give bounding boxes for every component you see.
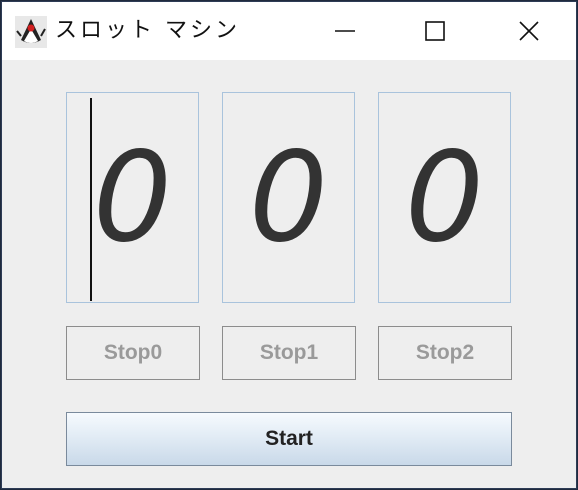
window-title: スロット マシン	[55, 18, 240, 43]
close-icon	[519, 21, 539, 41]
title-bar[interactable]: スロット マシン	[2, 2, 576, 60]
close-button[interactable]	[504, 12, 554, 50]
minimize-icon	[335, 30, 355, 32]
minimize-button[interactable]	[320, 12, 370, 50]
maximize-icon	[425, 21, 445, 41]
stop0-button[interactable]: Stop0	[66, 326, 200, 380]
reel-1-digit: 0	[249, 126, 328, 270]
java-duke-icon	[15, 16, 47, 48]
app-window: スロット マシン 0 0 0 Stop0 Stop1 Stop2 Start	[1, 1, 577, 489]
reel-2[interactable]: 0	[378, 92, 511, 303]
maximize-button[interactable]	[410, 12, 460, 50]
start-button[interactable]: Start	[66, 412, 512, 466]
stop2-button[interactable]: Stop2	[378, 326, 512, 380]
reel-1[interactable]: 0	[222, 92, 355, 303]
stop1-button[interactable]: Stop1	[222, 326, 356, 380]
reel-2-digit: 0	[405, 126, 484, 270]
reel-0-digit: 0	[93, 126, 172, 270]
reel-0[interactable]: 0	[66, 92, 199, 303]
